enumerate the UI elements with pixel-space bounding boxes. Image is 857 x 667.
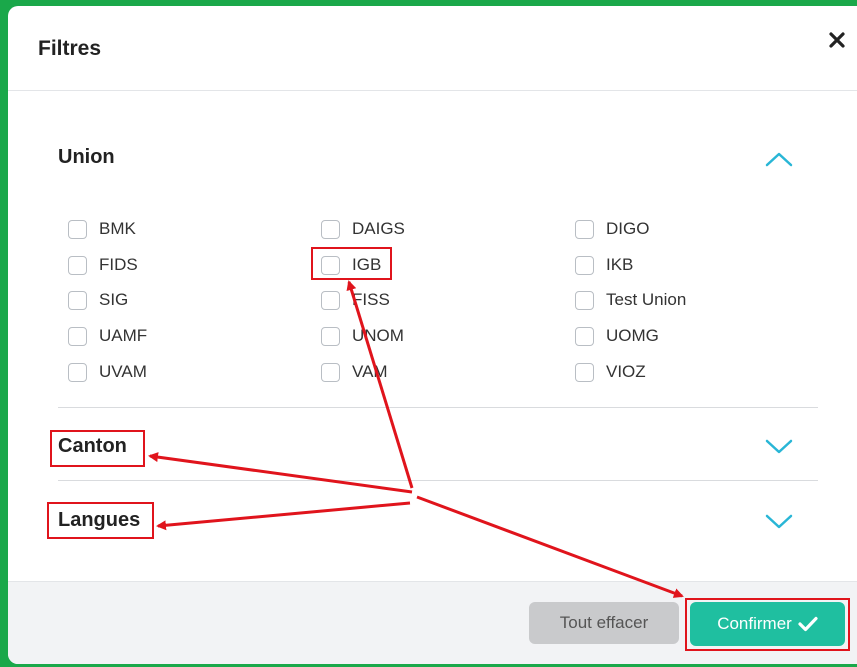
checkbox[interactable] — [575, 290, 594, 310]
checkbox[interactable] — [575, 362, 594, 382]
checkbox[interactable] — [68, 219, 87, 239]
checkbox-option[interactable]: DIGO — [575, 219, 649, 239]
section-title-langues[interactable]: Langues — [58, 509, 140, 532]
dialog-title: Filtres — [38, 37, 102, 60]
checkbox-option[interactable]: IGB — [321, 255, 381, 275]
checkbox[interactable] — [575, 219, 594, 239]
confirm-button[interactable]: Confirmer — [690, 602, 845, 646]
checkbox[interactable] — [68, 290, 87, 310]
chevron-down-icon[interactable] — [764, 436, 794, 456]
checkbox-option[interactable]: FIDS — [68, 255, 138, 275]
checkbox-option[interactable]: IKB — [575, 255, 633, 275]
confirm-label: Confirmer — [717, 614, 792, 633]
check-icon — [798, 616, 818, 632]
checkbox-option[interactable]: FISS — [321, 290, 390, 310]
checkbox-option[interactable]: VAM — [321, 362, 388, 382]
checkbox-option[interactable]: BMK — [68, 219, 136, 239]
chevron-up-icon[interactable] — [764, 149, 794, 169]
filters-dialog: Filtres Union BMK DAIGS DIGO FIDS IGB IK… — [8, 6, 857, 664]
checkbox[interactable] — [68, 255, 87, 275]
dialog-footer: Tout effacer Confirmer — [8, 581, 857, 664]
checkbox[interactable] — [321, 362, 340, 382]
checkbox[interactable] — [321, 326, 340, 346]
checkbox-option[interactable]: SIG — [68, 290, 128, 310]
checkbox[interactable] — [321, 219, 340, 239]
section-title-canton[interactable]: Canton — [58, 435, 127, 458]
chevron-down-icon[interactable] — [764, 511, 794, 531]
checkbox[interactable] — [575, 326, 594, 346]
checkbox-option[interactable]: UNOM — [321, 326, 404, 346]
section-title-union[interactable]: Union — [58, 146, 115, 169]
checkbox[interactable] — [68, 326, 87, 346]
checkbox-option[interactable]: DAIGS — [321, 219, 405, 239]
checkbox-option[interactable]: Test Union — [575, 290, 686, 310]
clear-all-button[interactable]: Tout effacer — [529, 602, 679, 644]
dialog-header: Filtres — [8, 6, 857, 91]
checkbox[interactable] — [321, 290, 340, 310]
checkbox[interactable] — [321, 255, 340, 275]
close-icon[interactable] — [825, 28, 849, 52]
checkbox-option[interactable]: VIOZ — [575, 362, 646, 382]
checkbox-option[interactable]: UOMG — [575, 326, 659, 346]
divider — [58, 480, 818, 481]
checkbox[interactable] — [68, 362, 87, 382]
checkbox-option[interactable]: UVAM — [68, 362, 147, 382]
divider — [58, 407, 818, 408]
checkbox-option[interactable]: UAMF — [68, 326, 147, 346]
checkbox[interactable] — [575, 255, 594, 275]
